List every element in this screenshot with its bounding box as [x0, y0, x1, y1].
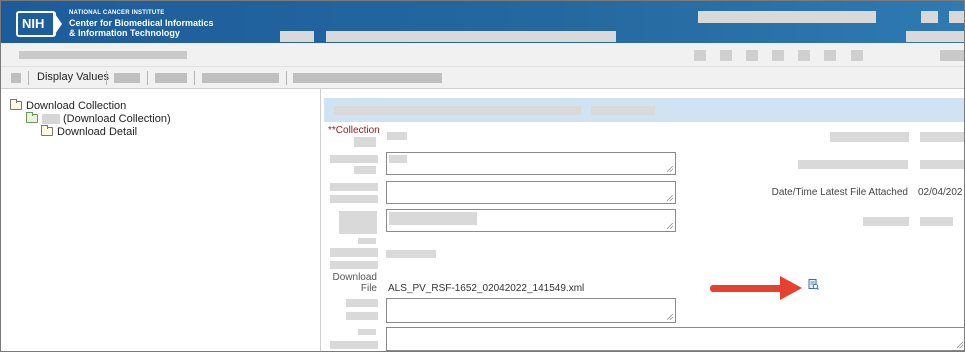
- collection-label: **Collection: [328, 125, 380, 136]
- download-file-label-line2: File: [360, 283, 377, 294]
- redacted-label: [330, 183, 378, 191]
- redacted-toolbar-icon[interactable]: [11, 73, 21, 83]
- redacted-toolbar-button[interactable]: [155, 73, 187, 83]
- text-area-field[interactable]: [386, 327, 964, 351]
- redacted-label: [330, 155, 378, 163]
- redacted-toolbar-button[interactable]: [293, 73, 442, 83]
- redacted-label: [330, 195, 378, 203]
- text-area-field[interactable]: [386, 152, 676, 175]
- document-download-icon[interactable]: [808, 279, 819, 290]
- redacted-field-value: [920, 160, 964, 169]
- tree-item-download-detail[interactable]: Download Detail: [41, 125, 137, 138]
- folder-icon: [10, 99, 22, 110]
- toolbar-separator: [286, 71, 287, 85]
- redacted-label: [354, 137, 376, 147]
- redacted-label: [346, 299, 378, 307]
- org-name-line3: & Information Technology: [69, 28, 180, 38]
- app-header: NIH NATIONAL CANCER INSTITUTE Center for…: [1, 1, 964, 43]
- org-name-line1: NATIONAL CANCER INSTITUTE: [69, 10, 165, 16]
- redacted-header-item: [906, 31, 964, 42]
- latest-file-attached-value: 02/04/202: [918, 187, 963, 198]
- redacted-user-info: [698, 11, 876, 23]
- redacted-label: [330, 261, 378, 269]
- text-area-field[interactable]: [386, 181, 676, 204]
- redacted-toolbar-button[interactable]: [202, 73, 279, 83]
- redacted-label: [339, 211, 377, 234]
- download-file-label-line1: Download: [332, 272, 377, 283]
- tree-item-download-collection[interactable]: Download Collection: [10, 99, 126, 112]
- annotation-arrow-icon: [710, 285, 785, 292]
- folder-icon: [41, 125, 53, 136]
- tree-item-label: (Download Collection): [63, 112, 171, 125]
- redacted-label: [354, 166, 376, 174]
- redacted-field-value: [389, 212, 477, 225]
- redacted-label: [330, 248, 378, 257]
- redacted-header-button[interactable]: [949, 11, 964, 23]
- nih-logo-arrow-icon: [53, 11, 62, 37]
- redacted-breadcrumb: [19, 51, 187, 59]
- redacted-action-button[interactable]: [694, 50, 706, 61]
- latest-file-attached-label: Date/Time Latest File Attached: [771, 187, 908, 198]
- toolbar-separator: [106, 71, 107, 85]
- tree-item-label: Download Collection: [26, 99, 127, 112]
- toolbar: Display Values: [1, 67, 964, 89]
- detail-panel: **Collection Date/Time Latest File Attac…: [322, 89, 964, 351]
- folder-tree-icon: [26, 112, 38, 123]
- redacted-field-label: [830, 132, 909, 142]
- org-name-line2: Center for Biomedical Informatics: [69, 18, 214, 28]
- redacted-toolbar-button[interactable]: [114, 73, 140, 83]
- download-file-name: ALS_PV_RSF-1652_02042022_141549.xml: [388, 283, 585, 294]
- tree-item-label: Download Detail: [57, 125, 138, 138]
- text-area-field[interactable]: [386, 298, 676, 323]
- redacted-label: [358, 238, 376, 244]
- redacted-field-value: [920, 132, 964, 142]
- redacted-action-button[interactable]: [940, 50, 964, 61]
- panel-title-bar: [324, 98, 964, 122]
- redacted-label: [330, 341, 378, 349]
- text-area-field[interactable]: [386, 209, 676, 232]
- toolbar-separator: [147, 71, 148, 85]
- redacted-field-label: [798, 160, 908, 169]
- redacted-action-button[interactable]: [746, 50, 758, 61]
- display-values-button[interactable]: Display Values: [37, 71, 109, 83]
- redacted-record-id: [42, 113, 60, 124]
- redacted-header-item: [280, 31, 314, 42]
- tree-item-download-collection-record[interactable]: (Download Collection): [26, 112, 171, 125]
- redacted-action-button[interactable]: [720, 50, 732, 61]
- redacted-field-value: [386, 250, 436, 258]
- toolbar-separator: [194, 71, 195, 85]
- navigation-tree: Download Collection (Download Collection…: [1, 89, 321, 351]
- application-window: NIH NATIONAL CANCER INSTITUTE Center for…: [0, 0, 965, 352]
- redacted-field-value: [389, 155, 407, 163]
- breadcrumb-bar: [1, 43, 964, 67]
- redacted-action-button[interactable]: [851, 50, 863, 61]
- redacted-action-button[interactable]: [824, 50, 836, 61]
- toolbar-separator: [28, 71, 29, 85]
- redacted-field-value: [920, 217, 953, 226]
- nih-logo[interactable]: NIH: [16, 11, 56, 37]
- annotation-arrowhead-icon: [780, 276, 802, 300]
- redacted-action-button[interactable]: [772, 50, 784, 61]
- redacted-field-label: [863, 217, 909, 226]
- redacted-header-button[interactable]: [921, 11, 938, 23]
- redacted-collection-value: [387, 132, 407, 140]
- redacted-label: [346, 312, 378, 320]
- redacted-action-button[interactable]: [798, 50, 810, 61]
- redacted-panel-title: [334, 106, 581, 115]
- redacted-header-nav: [326, 31, 616, 42]
- redacted-label: [358, 329, 376, 335]
- nih-logo-text: NIH: [22, 16, 45, 31]
- redacted-panel-subtitle: [591, 106, 655, 115]
